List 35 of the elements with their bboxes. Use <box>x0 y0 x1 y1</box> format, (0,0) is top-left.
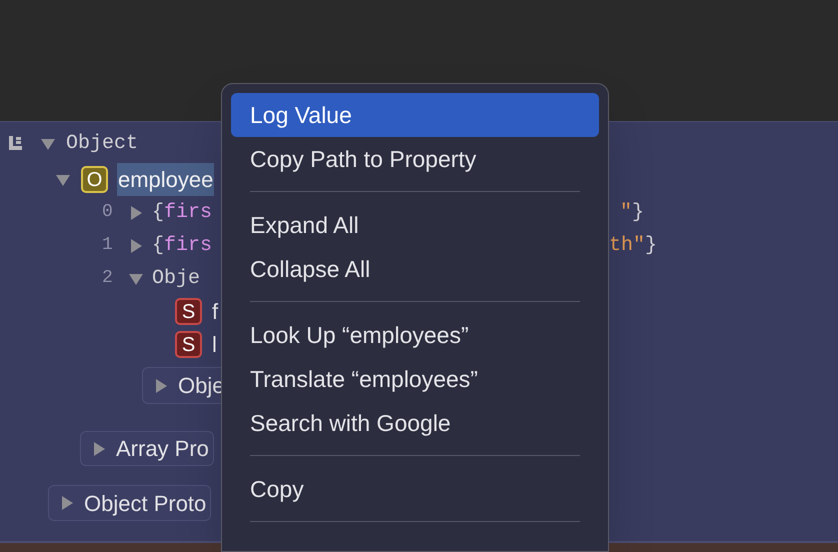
index-number: 1 <box>102 234 114 257</box>
expand-triangle-icon[interactable] <box>128 238 144 254</box>
key-name: firs <box>164 232 212 258</box>
type-badge: S <box>175 298 202 325</box>
expand-triangle-icon[interactable] <box>59 495 75 511</box>
property-name[interactable]: employee <box>117 163 214 196</box>
prototype-button[interactable]: Array Pro <box>80 431 214 466</box>
menu-item[interactable]: Log Value <box>231 93 599 137</box>
index-number: 2 <box>102 267 114 290</box>
string-value: th" <box>609 232 646 258</box>
menu-item[interactable]: Copy <box>231 467 599 511</box>
brace: } <box>632 200 644 226</box>
menu-item[interactable]: Translate “employees” <box>231 357 599 401</box>
menu-item[interactable]: Look Up “employees” <box>231 313 599 357</box>
brace: { <box>152 200 164 226</box>
key-name: firs <box>164 200 212 226</box>
menu-item[interactable]: Expand All <box>231 203 599 247</box>
menu-item[interactable]: Copy Path to Property <box>231 137 599 181</box>
type-badge: O <box>81 166 108 193</box>
property-name[interactable]: l <box>211 328 218 361</box>
brace: } <box>645 232 658 258</box>
expand-triangle-icon[interactable] <box>128 204 144 220</box>
expand-triangle-icon[interactable] <box>153 378 169 394</box>
object-label: Obje <box>152 266 200 292</box>
brace: { <box>152 232 164 258</box>
expand-triangle-icon[interactable] <box>91 440 107 456</box>
menu-item[interactable]: Collapse All <box>231 247 599 291</box>
list-icon[interactable] <box>8 135 23 151</box>
property-name[interactable]: f <box>211 295 220 328</box>
prototype-button[interactable]: Object Proto <box>48 485 212 521</box>
menu-item[interactable]: Search with Google <box>231 401 599 445</box>
type-badge: S <box>175 331 202 358</box>
tree-label: Object <box>66 130 138 156</box>
index-number: 0 <box>102 201 114 224</box>
string-value: " <box>620 200 632 226</box>
